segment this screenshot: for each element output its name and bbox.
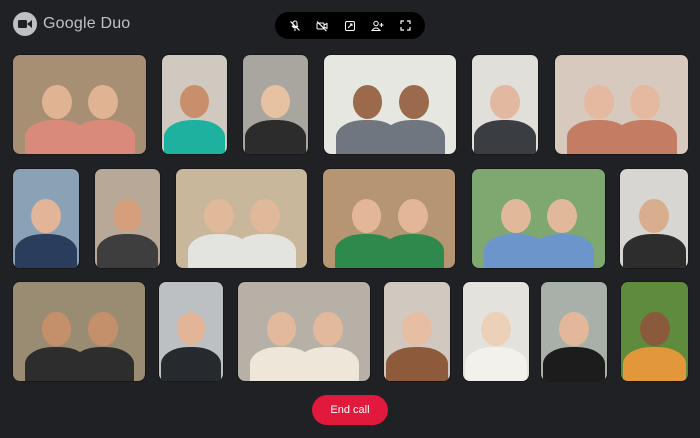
end-call-button[interactable]: End call [312,395,388,425]
participant-face [630,84,661,120]
switch-view-button[interactable] [340,16,360,36]
participant-video-tile[interactable] [620,169,688,268]
participant-video-tile[interactable] [541,282,607,381]
participant-video-tile[interactable] [555,55,688,154]
participant-face [398,84,429,119]
participant-body [234,234,297,268]
app-title: Google Duo [43,15,131,32]
participant-face [112,198,143,233]
participant-face [351,198,382,233]
participant-body [464,347,528,381]
participant-body [96,234,159,268]
participant-face [500,198,531,234]
participant-body [160,347,222,381]
participant-face [639,311,670,347]
participant-face [88,84,119,120]
participant-video-tile[interactable] [323,169,455,268]
participant-video-tile[interactable] [13,169,79,268]
participant-face [176,311,206,345]
participant-face [31,198,61,233]
participant-face [352,84,383,119]
participant-body [382,120,445,154]
participant-face [41,311,72,346]
video-off-icon [316,20,328,31]
participant-body [542,347,606,381]
participant-face [250,198,280,233]
participant-face [204,198,234,233]
participant-face [397,198,428,233]
camera-off-button[interactable] [312,16,332,36]
participant-video-tile[interactable] [238,282,370,381]
participant-video-tile[interactable] [472,55,538,154]
participant-body [381,234,444,268]
participant-body [473,120,537,154]
fullscreen-button[interactable] [395,16,415,36]
participant-face [559,311,589,346]
participant-video-tile[interactable] [243,55,308,154]
call-toolbar [275,12,425,39]
participant-body [72,120,135,154]
participant-body [623,347,686,381]
participant-body [244,120,307,154]
participant-video-tile[interactable] [162,55,227,154]
participant-body [614,120,677,154]
participant-body [622,234,686,268]
participant-body [71,347,134,381]
participant-face [260,84,291,119]
app-brand: Google Duo [13,12,130,36]
participant-video-tile[interactable] [95,169,160,268]
participant-face [179,84,210,119]
participant-video-tile[interactable] [621,282,688,381]
participant-face [402,311,432,346]
participant-body [163,120,226,154]
participant-video-tile[interactable] [472,169,605,268]
participant-body [531,234,594,268]
participant-video-tile[interactable] [463,282,529,381]
duo-logo-icon [13,12,37,36]
participant-body [296,347,359,381]
participant-face [266,311,297,346]
participant-face [481,311,511,346]
participant-face [583,84,614,120]
add-person-button[interactable] [368,16,388,36]
participant-video-tile[interactable] [13,282,145,381]
participant-video-tile[interactable] [176,169,307,268]
participant-body [14,234,78,268]
fullscreen-icon [400,20,411,31]
participant-body [385,347,449,381]
participant-face [312,311,343,346]
switch-view-icon [344,20,355,31]
mic-off-icon [289,20,300,31]
participant-face [490,84,520,119]
participant-face [547,198,578,234]
participant-face [639,198,669,234]
mute-mic-button[interactable] [285,16,305,36]
participant-video-tile[interactable] [324,55,456,154]
participant-video-tile[interactable] [384,282,450,381]
participant-face [41,84,72,120]
person-add-icon [371,20,384,31]
participant-face [87,311,118,346]
participant-video-tile[interactable] [159,282,223,381]
participant-video-tile[interactable] [13,55,146,154]
